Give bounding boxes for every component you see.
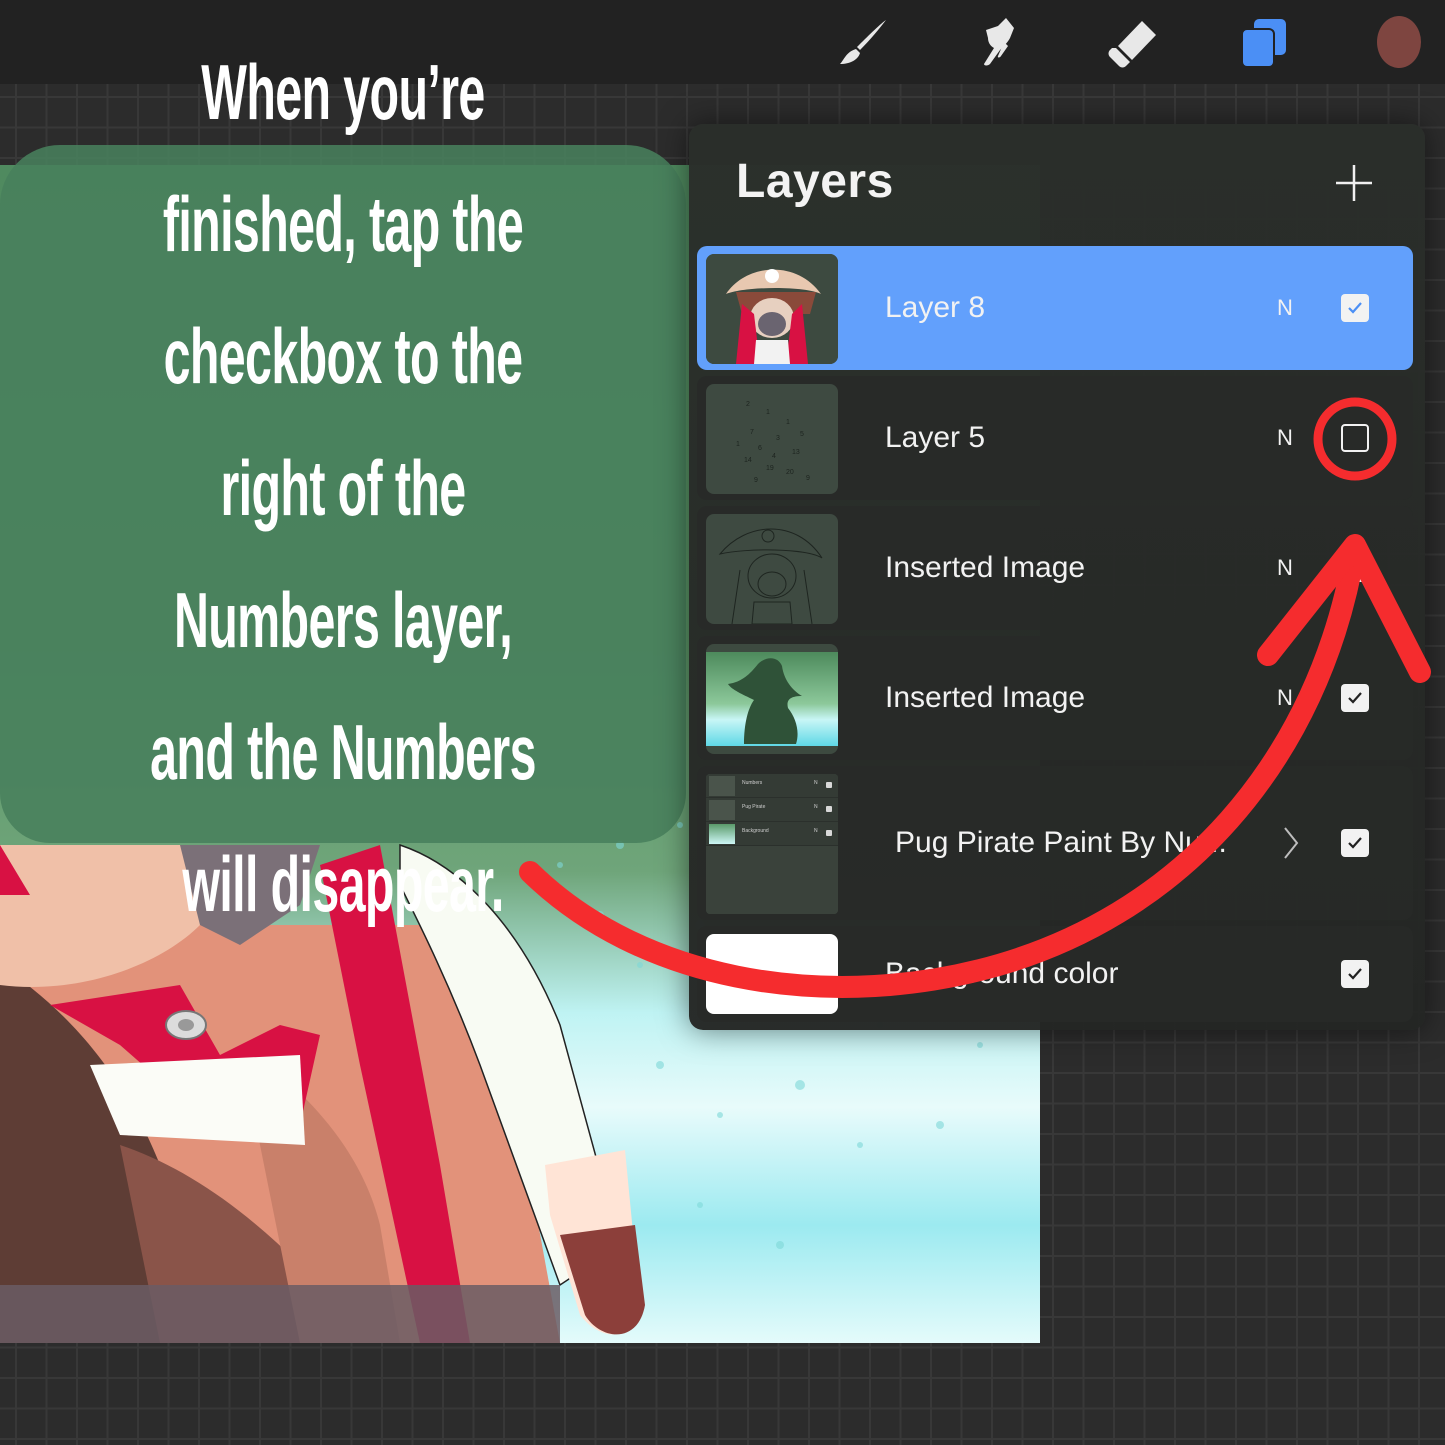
layer-visibility-checkbox[interactable]	[1341, 554, 1369, 582]
instruction-callout: When you’re finished, tap the checkbox t…	[0, 48, 686, 928]
layer-thumbnail	[706, 514, 838, 624]
mini-layer-row: Numbers N	[706, 774, 838, 798]
svg-text:7: 7	[750, 429, 754, 436]
svg-text:13: 13	[792, 449, 800, 456]
color-picker-button[interactable]	[1368, 16, 1428, 72]
svg-text:1: 1	[736, 441, 740, 448]
svg-text:9: 9	[806, 475, 810, 482]
eraser-icon	[1108, 21, 1156, 68]
layer-thumbnail	[706, 644, 838, 754]
color-swatch	[1377, 16, 1421, 68]
group-thumbnail: Numbers N Pug Pirate N Background N	[706, 774, 838, 914]
layer-thumbnail: 211 736 13 14 19 20 9 9 415	[706, 384, 838, 494]
svg-text:1: 1	[786, 419, 790, 426]
layer-row[interactable]: Layer 8 N	[697, 246, 1413, 370]
svg-text:2: 2	[746, 401, 750, 408]
svg-text:4: 4	[772, 453, 776, 460]
layer-visibility-checkbox[interactable]	[1341, 424, 1369, 452]
layer-row[interactable]: Inserted Image N	[697, 506, 1413, 630]
add-layer-button[interactable]	[1329, 158, 1379, 208]
layer-name: Background color	[885, 957, 1119, 990]
layer-visibility-checkbox[interactable]	[1341, 960, 1369, 988]
checkmark-icon	[1348, 692, 1362, 704]
group-preview-list: Numbers N Pug Pirate N Background N	[706, 774, 838, 914]
mini-layer-row: Pug Pirate N	[706, 798, 838, 822]
layer-thumbnail	[706, 254, 838, 364]
blend-mode-button[interactable]: N	[1277, 246, 1293, 370]
checkmark-icon	[1348, 837, 1362, 849]
layer-visibility-checkbox[interactable]	[1341, 294, 1369, 322]
layer-name: Layer 5	[885, 421, 986, 454]
svg-text:3: 3	[776, 435, 780, 442]
expand-group-button[interactable]	[1279, 825, 1303, 861]
svg-text:5: 5	[800, 431, 804, 438]
svg-text:20: 20	[786, 469, 794, 476]
layer-row[interactable]: Background color	[697, 926, 1413, 1022]
brush-icon	[840, 20, 886, 64]
panel-title: Layers	[736, 155, 894, 208]
instruction-text: When you’re finished, tap the checkbox t…	[150, 48, 536, 928]
plus-icon	[1336, 165, 1372, 201]
layer-row[interactable]: Inserted Image N	[697, 636, 1413, 760]
layers-icon	[1241, 19, 1286, 68]
layer-visibility-checkbox[interactable]	[1341, 829, 1369, 857]
layers-tool-button[interactable]	[1236, 16, 1296, 72]
smudge-icon	[984, 18, 1014, 66]
layer-visibility-checkbox[interactable]	[1341, 684, 1369, 712]
layer-group-name: Pug Pirate Paint By Nu...	[895, 826, 1227, 859]
checkmark-icon	[1348, 302, 1362, 314]
layer-name: Inserted Image	[885, 551, 1086, 584]
checkmark-icon	[1348, 562, 1362, 574]
svg-text:14: 14	[744, 457, 752, 464]
svg-text:1: 1	[766, 409, 770, 416]
layer-name: Inserted Image	[885, 681, 1086, 714]
eraser-tool-button[interactable]	[1102, 16, 1162, 72]
svg-text:9: 9	[754, 477, 758, 484]
blend-mode-button[interactable]: N	[1277, 636, 1293, 760]
layer-group-row[interactable]: Numbers N Pug Pirate N Background N Pug …	[697, 766, 1413, 920]
blend-mode-button[interactable]: N	[1277, 506, 1293, 630]
smudge-tool-button[interactable]	[968, 16, 1028, 72]
checkmark-icon	[1348, 968, 1362, 980]
svg-text:6: 6	[758, 445, 762, 452]
chevron-right-icon	[1284, 827, 1299, 859]
mini-layer-row: Background N	[706, 822, 838, 846]
layer-row[interactable]: 211 736 13 14 19 20 9 9 415 Layer 5 N	[697, 376, 1413, 500]
layer-name: Layer 8	[885, 291, 986, 324]
layers-panel: Layers Layer 8 N 2 1 1 7 3 6 13 14 19 20…	[689, 124, 1425, 1030]
blend-mode-button[interactable]: N	[1277, 376, 1293, 500]
brush-tool-button[interactable]	[834, 16, 894, 72]
background-color-swatch[interactable]	[706, 934, 838, 1014]
svg-text:19: 19	[766, 465, 774, 472]
